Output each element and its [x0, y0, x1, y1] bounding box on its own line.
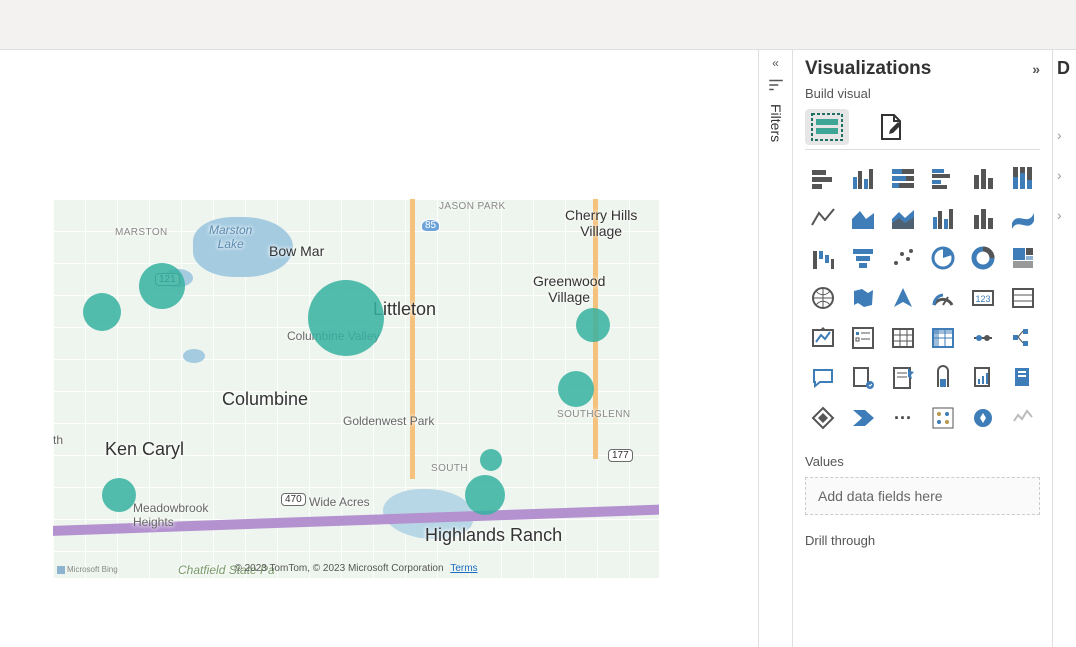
label-goldenwest: Goldenwest Park — [343, 414, 434, 428]
viz-icon-key-influencers[interactable] — [845, 360, 881, 396]
label-greenwood: Greenwood Village — [533, 273, 605, 305]
map-visual[interactable]: 85 121 470 177 MARSTON Marston Lake Bow … — [52, 198, 660, 579]
data-pane-collapsed[interactable]: D › › › — [1052, 50, 1076, 647]
viz-icon-slicer[interactable] — [845, 320, 881, 356]
viz-icon-power-apps[interactable] — [805, 400, 841, 436]
format-visual-tab[interactable] — [869, 109, 913, 145]
map-bubble[interactable] — [576, 308, 610, 342]
viz-icon-stacked-area[interactable] — [885, 200, 921, 236]
visualizations-pane: Visualizations » Build visual 123 ··· Val… — [792, 50, 1052, 647]
collapse-viz-icon[interactable]: » — [1032, 61, 1040, 77]
label-meadowbrook: Meadowbrook Heights — [133, 501, 208, 529]
viz-icon-stacked-column-100[interactable] — [1005, 160, 1041, 196]
viz-icon-stacked-bar-100[interactable] — [885, 160, 921, 196]
viz-icon-line-clustered-column[interactable] — [925, 200, 961, 236]
report-canvas[interactable]: 85 121 470 177 MARSTON Marston Lake Bow … — [0, 50, 758, 647]
viz-icon-q-and-a[interactable] — [805, 360, 841, 396]
visualization-gallery: 123 ··· — [805, 160, 1040, 436]
map-bubble[interactable] — [83, 293, 121, 331]
viz-icon-power-automate[interactable] — [845, 400, 881, 436]
viz-icon-stacked-column[interactable] — [965, 160, 1001, 196]
svg-text:123: 123 — [975, 294, 990, 304]
viz-icon-smart-narrative[interactable] — [885, 360, 921, 396]
label-south: SOUTH — [431, 463, 468, 474]
label-southglenn: SOUTHGLENN — [557, 409, 630, 420]
drill-through-header: Drill through — [805, 533, 1040, 548]
shield-85: 85 — [421, 219, 440, 232]
data-pane-initial: D — [1053, 58, 1076, 79]
label-jason-park: JASON PARK — [439, 201, 506, 212]
viz-icon-gauge[interactable] — [925, 280, 961, 316]
viz-icon-clustered-column[interactable] — [845, 160, 881, 196]
map-bubble[interactable] — [558, 371, 594, 407]
format-visual-icon — [876, 112, 906, 142]
label-marston: MARSTON — [115, 227, 168, 238]
viz-icon-ai-visual[interactable] — [965, 400, 1001, 436]
viz-icon-group-visuals[interactable] — [925, 400, 961, 436]
viz-icon-r-visual[interactable] — [965, 320, 1001, 356]
viz-icon-kpi[interactable] — [805, 320, 841, 356]
viz-icon-paginated-report[interactable] — [1005, 360, 1041, 396]
viz-icon-area[interactable] — [845, 200, 881, 236]
viz-icon-azure-map[interactable] — [885, 280, 921, 316]
filters-pane-collapsed[interactable]: « Filters — [758, 50, 792, 647]
map-provider-logo: Microsoft Bing — [57, 565, 118, 574]
values-field-header: Values — [805, 454, 1040, 469]
map-bubble[interactable] — [465, 475, 505, 515]
shield-470: 470 — [281, 493, 306, 506]
label-highlands: Highlands Ranch — [425, 525, 562, 546]
map-bubble[interactable] — [308, 280, 384, 356]
viz-icon-clustered-bar[interactable] — [925, 160, 961, 196]
map-attribution: © 2023 TomTom, © 2023 Microsoft Corporat… — [234, 563, 477, 574]
map-bubble[interactable] — [139, 263, 185, 309]
viz-icon-scatter[interactable] — [885, 240, 921, 276]
label-marston-lake: Marston Lake — [209, 223, 252, 251]
pond-1 — [183, 349, 205, 363]
viz-icon-python-visual[interactable] — [965, 360, 1001, 396]
label-ken-caryl: Ken Caryl — [105, 439, 184, 460]
map-bubble[interactable] — [102, 478, 136, 512]
viz-icon-multi-row-card[interactable] — [1005, 280, 1041, 316]
viz-icon-waterfall[interactable] — [805, 240, 841, 276]
viz-icon-treemap[interactable] — [1005, 240, 1041, 276]
viz-icon-goals[interactable] — [925, 360, 961, 396]
label-bow-mar: Bow Mar — [269, 243, 324, 259]
viz-icon-filled-map[interactable] — [845, 280, 881, 316]
viz-icon-ribbon[interactable] — [1005, 200, 1041, 236]
build-visual-tab[interactable] — [805, 109, 849, 145]
build-visual-icon — [811, 113, 843, 141]
viz-icon-map[interactable] — [805, 280, 841, 316]
label-th: th — [53, 433, 63, 447]
viz-icon-line[interactable] — [805, 200, 841, 236]
viz-icon-decomposition-tree[interactable] — [1005, 320, 1041, 356]
values-field-well[interactable]: Add data fields here — [805, 477, 1040, 515]
viz-icon-more-visuals[interactable]: ··· — [885, 400, 921, 436]
viz-icon-funnel[interactable] — [845, 240, 881, 276]
map-terms-link[interactable]: Terms — [450, 563, 477, 574]
ribbon-bar — [0, 0, 1076, 50]
label-wide-acres: Wide Acres — [309, 495, 370, 509]
build-visual-label: Build visual — [805, 86, 1040, 101]
viz-icon-table[interactable] — [885, 320, 921, 356]
viz-icon-stacked-bar[interactable] — [805, 160, 841, 196]
label-cherry-hills: Cherry Hills Village — [565, 207, 637, 239]
viz-icon-matrix[interactable] — [925, 320, 961, 356]
viz-icon-sparkline[interactable] — [1005, 400, 1041, 436]
viz-icon-pie[interactable] — [925, 240, 961, 276]
shield-177: 177 — [608, 449, 633, 462]
viz-icon-card[interactable]: 123 — [965, 280, 1001, 316]
map-bubble[interactable] — [480, 449, 502, 471]
visualizations-title: Visualizations — [805, 58, 931, 80]
filters-icon — [767, 76, 785, 94]
filters-pane-title: Filters — [768, 104, 784, 142]
label-columbine: Columbine — [222, 389, 308, 410]
viz-icon-donut[interactable] — [965, 240, 1001, 276]
expand-filters-icon[interactable]: « — [759, 56, 792, 70]
viz-icon-line-stacked-column[interactable] — [965, 200, 1001, 236]
